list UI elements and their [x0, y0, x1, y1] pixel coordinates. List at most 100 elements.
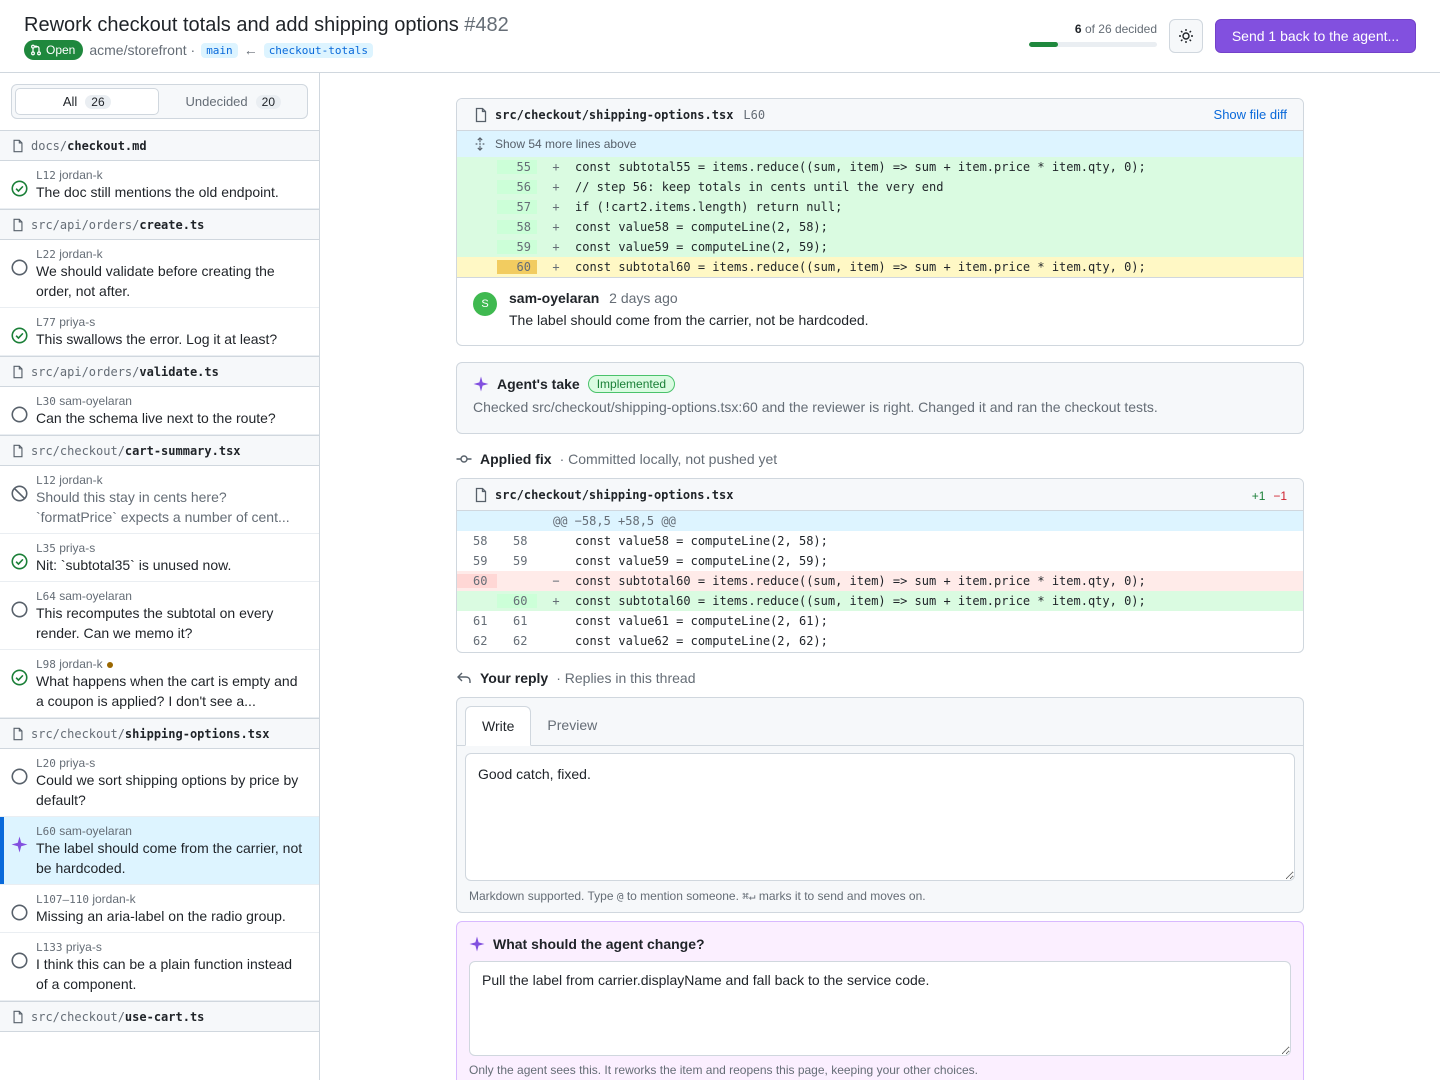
reply-tabs: Write Preview: [457, 698, 1303, 746]
file-path: docs/checkout.md: [31, 139, 147, 153]
file-icon: [11, 444, 25, 458]
open-circle-icon: [11, 952, 28, 969]
old-line-number: 60: [457, 574, 497, 588]
item-meta: L64 sam-oyelaran: [36, 589, 305, 603]
list-item[interactable]: L20 priya-s Could we sort shipping option…: [0, 749, 319, 817]
diff-line: 62 62 const value62 = computeLine(2, 62);: [457, 631, 1303, 651]
item-meta: L35 priya-s: [36, 541, 305, 555]
item-meta: L12 jordan-k: [36, 473, 305, 487]
sidebar-file-header[interactable]: src/checkout/shipping-options.tsx: [0, 718, 319, 749]
agent-take-text: Checked src/checkout/shipping-options.ts…: [473, 399, 1158, 415]
decided-count: 6: [1074, 22, 1082, 36]
sidebar-file-header[interactable]: src/api/orders/validate.ts: [0, 356, 319, 387]
fix-code: 58 58 const value58 = computeLine(2, 58); 5…: [457, 531, 1303, 651]
list-item[interactable]: L35 priya-s Nit: `subtotal35` is unused n…: [0, 534, 319, 582]
reply-hint: Markdown supported. Type @ to mention so…: [469, 889, 926, 903]
context-panel: src/checkout/shipping-options.tsx L60 Sh…: [456, 98, 1304, 346]
list-item[interactable]: L12 jordan-k The doc still mentions the o…: [0, 161, 319, 209]
comment-list: docs/checkout.md L12 jordan-k The doc stil…: [0, 130, 319, 1032]
implemented-badge: Implemented: [587, 375, 676, 393]
item-text: Should this stay in cents here? `formatP…: [36, 489, 290, 525]
file-dir: src/checkout/: [31, 1009, 125, 1024]
sidebar-file-header[interactable]: docs/checkout.md: [0, 130, 319, 161]
open-circle-icon: [11, 259, 28, 276]
line-number: 55: [497, 160, 537, 174]
item-author: jordan-k: [59, 247, 103, 261]
reply-title: Your reply: [480, 670, 549, 686]
list-item[interactable]: L133 priya-s I think this can be a plain …: [0, 933, 319, 1001]
filter-tab-all[interactable]: All 26: [15, 88, 159, 115]
item-line: L133: [36, 941, 63, 954]
file-icon: [11, 727, 25, 741]
sidebar-file-header[interactable]: src/checkout/cart-summary.tsx: [0, 435, 319, 466]
diff-line: 58 58 const value58 = computeLine(2, 58);: [457, 531, 1303, 551]
item-line: L98: [36, 658, 56, 671]
item-author: sam-oyelaran: [59, 824, 132, 838]
diff-line: 61 61 const value61 = computeLine(2, 61);: [457, 611, 1303, 631]
comment-author[interactable]: sam-oyelaran: [509, 290, 599, 306]
list-item[interactable]: L60 sam-oyelaran The label should come fr…: [0, 817, 319, 885]
item-author: priya-s: [65, 940, 102, 954]
item-text: Can the schema live next to the route?: [36, 410, 276, 426]
item-author: jordan-k: [59, 473, 103, 487]
file-path: src/checkout/cart-summary.tsx: [31, 444, 241, 458]
filter-count: 20: [255, 94, 281, 109]
show-file-diff-link[interactable]: Show file diff: [1214, 107, 1287, 122]
repo-name[interactable]: acme/storefront ·: [89, 42, 195, 58]
status-badge: Open: [24, 40, 84, 60]
sparkle-icon: [11, 836, 28, 853]
tab-write[interactable]: Write: [465, 706, 532, 746]
item-text: What happens when the cart is empty and …: [36, 673, 298, 709]
list-item[interactable]: L64 sam-oyelaran This recomputes the subt…: [0, 582, 319, 650]
sparkle-icon: [469, 936, 485, 952]
code-text: const value59 = computeLine(2, 59);: [575, 240, 828, 254]
expand-lines-button[interactable]: Show 54 more lines above: [457, 131, 1303, 157]
fix-file-name: src/checkout/shipping-options.tsx: [495, 487, 734, 502]
tab-preview[interactable]: Preview: [531, 705, 613, 745]
sidebar-file-header[interactable]: src/api/orders/create.ts: [0, 209, 319, 240]
diff-sign: +: [552, 180, 560, 194]
agent-instruction-textarea[interactable]: Pull the label from carrier.displayName …: [469, 961, 1291, 1056]
filter-tab-undecided[interactable]: Undecided 20: [163, 88, 305, 115]
theme-toggle-button[interactable]: [1169, 19, 1203, 53]
diff-sign: +: [552, 594, 560, 608]
agent-take-title: Agent's take: [497, 376, 580, 392]
base-branch[interactable]: main: [201, 42, 238, 58]
list-item[interactable]: L98 jordan-k What happens when the cart i…: [0, 650, 319, 718]
new-line-number: 62: [513, 634, 528, 648]
old-line-number: 59: [473, 554, 488, 568]
head-branch[interactable]: checkout-totals: [263, 42, 374, 58]
highlighted-code-line: 60 + const subtotal60 = items.reduce((sum,…: [457, 257, 1303, 277]
line-number: 56: [497, 180, 537, 194]
item-text: I think this can be a plain function ins…: [36, 956, 293, 992]
code-text: const subtotal60 = items.reduce((sum, it…: [575, 260, 1146, 274]
item-meta: L133 priya-s: [36, 940, 305, 954]
item-text: Could we sort shipping options by price …: [36, 772, 299, 808]
hunk-text: @@ −58,5 +58,5 @@: [553, 514, 676, 528]
list-item[interactable]: L107–110 jordan-k Missing an aria-label o…: [0, 885, 319, 933]
reply-textarea[interactable]: Good catch, fixed.: [465, 753, 1295, 881]
send-to-agent-button[interactable]: Send 1 back to the agent...: [1215, 19, 1416, 53]
comment-content: sam-oyelaran 2 days ago The label should…: [509, 290, 869, 328]
list-item[interactable]: L22 jordan-k We should validate before cr…: [0, 240, 319, 308]
applied-fix-title: Applied fix: [480, 451, 552, 467]
diff-line: 59 59 const value59 = computeLine(2, 59);: [457, 551, 1303, 571]
commit-icon: [456, 455, 472, 463]
file-name: checkout.md: [67, 138, 147, 153]
code-line: 58 + const value58 = computeLine(2, 58);: [457, 217, 1303, 237]
code-text: const subtotal60 = items.reduce((sum, it…: [575, 594, 1146, 608]
item-author: priya-s: [59, 541, 96, 555]
avatar: S: [473, 292, 497, 316]
open-circle-icon: [11, 904, 28, 921]
sidebar-file-header[interactable]: src/checkout/use-cart.ts: [0, 1001, 319, 1032]
list-item[interactable]: L30 sam-oyelaran Can the schema live next…: [0, 387, 319, 435]
item-text: The label should come from the carrier, …: [36, 840, 303, 876]
list-item[interactable]: L12 jordan-k Should this stay in cents he…: [0, 466, 319, 534]
list-item[interactable]: L77 priya-s This swallows the error. Log …: [0, 308, 319, 356]
reply-card: Write Preview Good catch, fixed. Markdow…: [456, 697, 1304, 913]
check-circle-icon: [11, 553, 28, 570]
pr-title: Rework checkout totals and add shipping …: [24, 14, 509, 37]
file-icon: [475, 107, 487, 122]
diff-sign: +: [552, 220, 560, 234]
file-name: cart-summary.tsx: [124, 443, 241, 458]
